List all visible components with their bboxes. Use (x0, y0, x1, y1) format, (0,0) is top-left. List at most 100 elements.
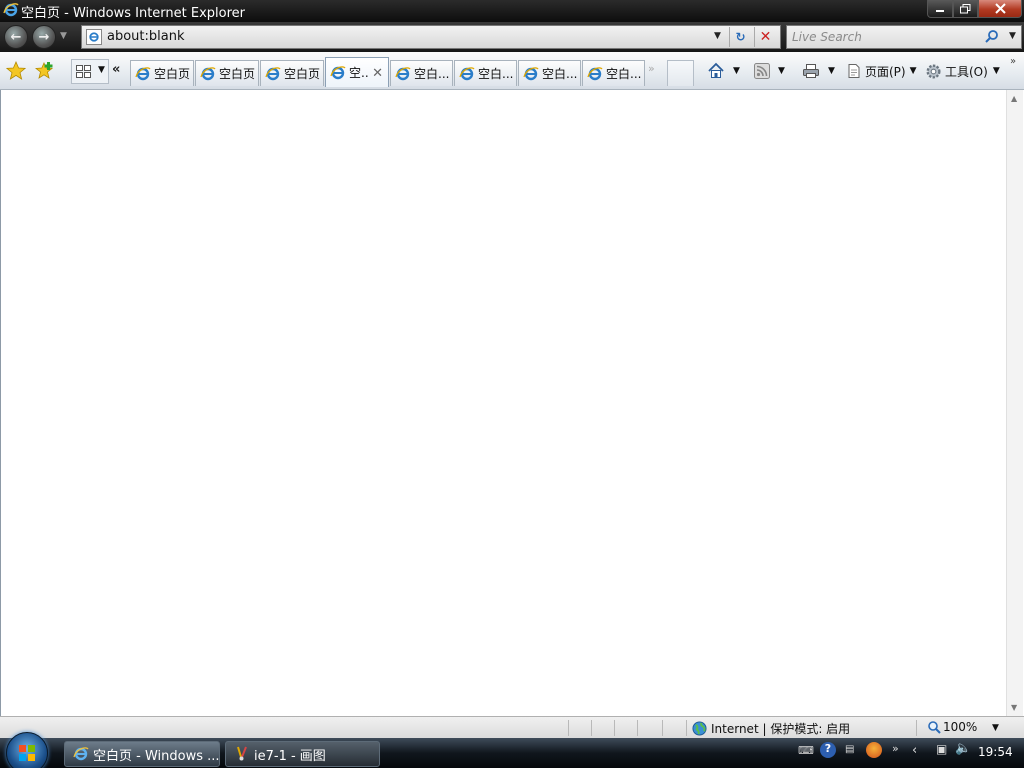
favorites-center-icon[interactable] (6, 61, 26, 81)
tab-label: 空白页 (284, 67, 321, 81)
home-dropdown-icon[interactable]: ▼ (733, 66, 740, 76)
globe-icon (692, 721, 707, 736)
page-menu-label: 页面(P) (865, 64, 906, 79)
ie-icon (395, 66, 411, 80)
start-button[interactable] (6, 732, 48, 768)
recent-pages-dropdown[interactable]: ▼ (60, 31, 67, 41)
show-hidden-icons-icon[interactable]: ‹ (912, 743, 917, 758)
taskbar-item-label: ie7-1 - 画图 (254, 748, 326, 764)
search-box: ▼ (786, 25, 1022, 49)
tab-label: 空白... (478, 67, 514, 81)
navigation-bar: ← → ▼ about:blank ▼ ↻ ✕ ▼ (0, 22, 1024, 52)
tray-expand-chevron-icon[interactable]: » (892, 742, 899, 755)
page-icon (86, 29, 102, 45)
forward-button[interactable]: → (32, 25, 56, 49)
tab-label: 空白... (606, 67, 642, 81)
tools-menu-label: 工具(O) (945, 64, 988, 79)
tab-label: 空白页 (154, 67, 191, 81)
page-content[interactable]: ▲ ▼ (0, 90, 1024, 716)
printer-icon (803, 64, 819, 78)
taskbar-item-ie[interactable]: 空白页 - Windows ... (64, 741, 220, 767)
security-zone-text: Internet | 保护模式: 启用 (711, 722, 851, 736)
home-button[interactable]: ▼ (707, 61, 740, 81)
window-title: 空白页 - Windows Internet Explorer (21, 6, 245, 21)
scroll-up-arrow-icon[interactable]: ▲ (1011, 94, 1017, 103)
tab-7[interactable]: 空白... (518, 60, 581, 86)
help-icon[interactable]: ? (820, 742, 836, 758)
home-icon (708, 62, 724, 78)
tab-label: 空白... (542, 67, 578, 81)
add-favorite-icon[interactable] (35, 61, 55, 81)
keyboard-icon[interactable]: ⌨ (798, 744, 814, 757)
tab-3[interactable]: 空白页 (260, 60, 324, 86)
volume-icon[interactable]: 🔈 (955, 741, 971, 756)
ie-icon (3, 3, 19, 17)
feeds-dropdown-icon[interactable]: ▼ (778, 66, 785, 76)
security-zone[interactable]: Internet | 保护模式: 启用 (692, 720, 850, 737)
command-tab-bar: ▼ « 空白页 空白页 空白页 空.. ✕ 空白... 空白... 空白... … (0, 52, 1024, 90)
tab-2[interactable]: 空白页 (195, 60, 259, 86)
more-commands-chevron-icon[interactable]: » (1010, 56, 1016, 67)
tab-list-dropdown-icon[interactable]: ▼ (98, 65, 105, 75)
language-bar-icon[interactable]: ▤ (845, 744, 854, 755)
ie-icon (330, 65, 346, 79)
address-dropdown-icon[interactable]: ▼ (714, 31, 721, 41)
vertical-scrollbar[interactable]: ▲ ▼ (1006, 90, 1023, 716)
close-icon (994, 3, 1006, 14)
title-bar: 空白页 - Windows Internet Explorer (0, 0, 1024, 22)
zoom-icon (928, 721, 941, 734)
gear-icon (926, 63, 941, 79)
ie-icon (523, 66, 539, 80)
tab-6[interactable]: 空白... (454, 60, 517, 86)
search-input[interactable] (792, 28, 982, 46)
ie-icon (587, 66, 603, 80)
refresh-button[interactable]: ↻ (729, 27, 751, 47)
back-button[interactable]: ← (4, 25, 28, 49)
close-window-button[interactable] (978, 0, 1022, 18)
feeds-button[interactable]: ▼ (754, 61, 785, 81)
windows-logo-icon (19, 745, 35, 761)
zoom-level[interactable]: 100% (927, 720, 977, 734)
quick-tabs-icon (76, 65, 91, 78)
scroll-down-arrow-icon[interactable]: ▼ (1011, 703, 1017, 712)
stop-button[interactable]: ✕ (754, 27, 776, 47)
tab-scroll-right-button[interactable]: » (648, 62, 655, 75)
tab-scroll-left-button[interactable]: « (112, 62, 120, 77)
zoom-text: 100% (943, 720, 978, 734)
tab-5[interactable]: 空白... (390, 60, 453, 86)
ie-icon (135, 66, 151, 80)
tools-dropdown-icon[interactable]: ▼ (993, 66, 1000, 76)
tab-8[interactable]: 空白... (582, 60, 645, 86)
quick-tabs-button[interactable]: ▼ (71, 59, 109, 84)
taskbar-item-paint[interactable]: ie7-1 - 画图 (225, 741, 380, 767)
clock[interactable]: 19:54 (978, 745, 1013, 759)
tools-menu-button[interactable]: 工具(O) ▼ (925, 61, 1000, 81)
firefox-icon[interactable] (866, 742, 882, 758)
search-options-dropdown[interactable]: ▼ (1009, 31, 1016, 41)
print-button[interactable]: ▼ (802, 61, 835, 81)
search-icon[interactable] (984, 29, 1000, 45)
tab-4-active[interactable]: 空.. ✕ (325, 57, 389, 87)
paint-icon (237, 746, 247, 761)
page-menu-button[interactable]: 页面(P) ▼ (846, 61, 917, 81)
address-bar[interactable]: about:blank ▼ ↻ ✕ (81, 25, 781, 49)
tab-1[interactable]: 空白页 (130, 60, 194, 86)
ie-icon (265, 66, 281, 80)
restore-button[interactable] (953, 0, 978, 18)
address-text[interactable]: about:blank (107, 29, 185, 44)
stop-icon: ✕ (759, 29, 772, 45)
zoom-dropdown-icon[interactable]: ▼ (992, 723, 999, 733)
print-dropdown-icon[interactable]: ▼ (828, 66, 835, 76)
close-tab-icon[interactable]: ✕ (372, 66, 383, 81)
tab-label: 空.. (349, 66, 369, 80)
feed-icon (754, 63, 770, 79)
minimize-icon (936, 9, 944, 12)
ie-icon (200, 66, 216, 80)
minimize-button[interactable] (927, 0, 953, 18)
page-dropdown-icon[interactable]: ▼ (910, 66, 917, 76)
restore-icon (960, 3, 971, 13)
status-bar: Internet | 保护模式: 启用 100% ▼ (0, 716, 1024, 738)
refresh-icon: ↻ (735, 30, 746, 44)
new-tab-button[interactable] (667, 60, 694, 86)
network-icon[interactable]: ▣ (936, 742, 947, 756)
